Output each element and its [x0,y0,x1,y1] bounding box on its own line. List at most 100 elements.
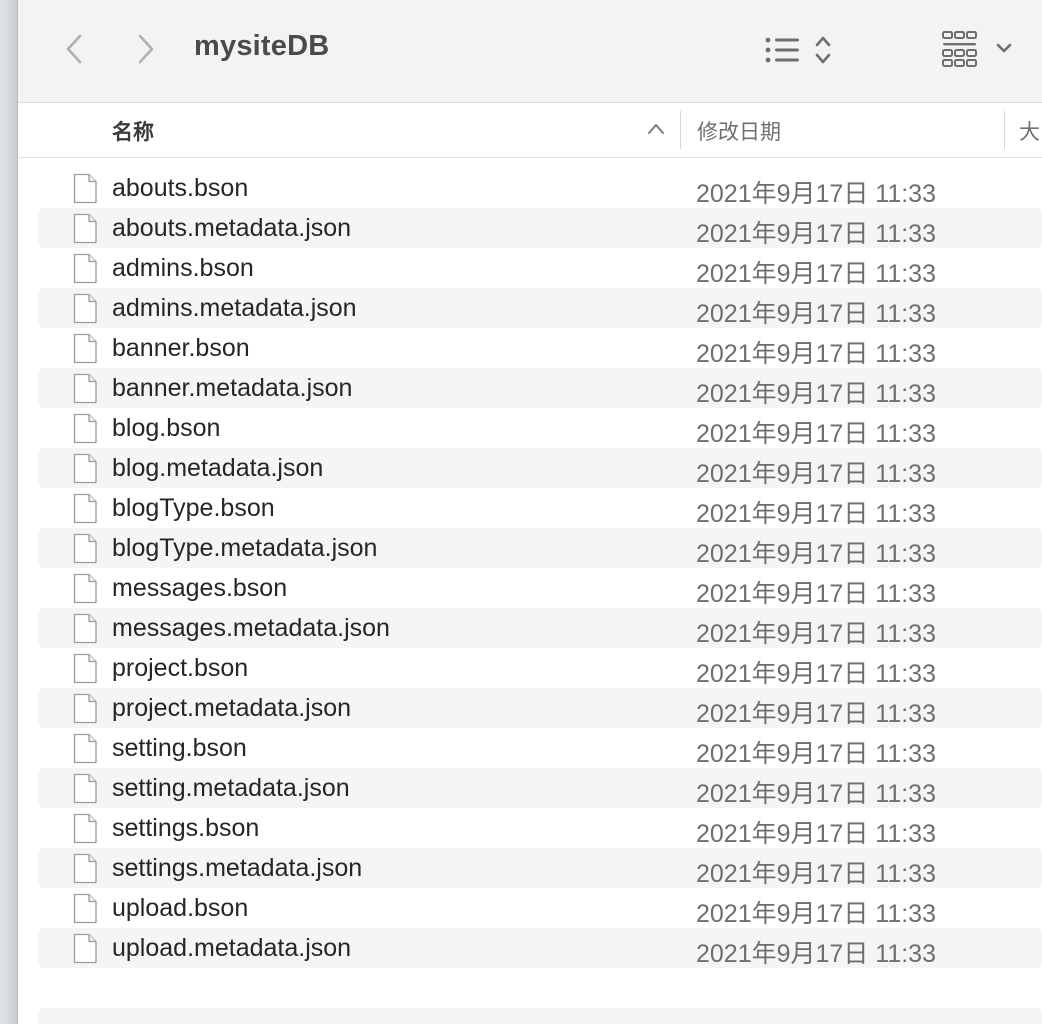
column-separator[interactable] [680,111,681,149]
file-name: abouts.metadata.json [112,214,352,242]
file-row[interactable]: blogType.metadata.json 2021年9月17日 11:33 [38,528,1042,568]
file-modified-date: 2021年9月17日 11:33 [696,180,936,208]
file-modified-date: 2021年9月17日 11:33 [696,260,936,288]
column-separator[interactable] [1004,111,1005,149]
column-name-header[interactable]: 名称 [112,116,154,146]
file-modified-date: 2021年9月17日 11:33 [696,660,936,688]
document-icon [72,613,98,644]
file-row[interactable]: project.metadata.json 2021年9月17日 11:33 [38,688,1042,728]
file-row[interactable]: abouts.metadata.json 2021年9月17日 11:33 [38,208,1042,248]
file-name: project.metadata.json [112,694,352,722]
file-row[interactable]: setting.metadata.json 2021年9月17日 11:33 [38,768,1042,808]
view-mode-button[interactable] [762,30,842,70]
document-icon [72,813,98,844]
document-icon [72,693,98,724]
chevron-right-icon [128,30,162,68]
file-name: upload.metadata.json [112,934,352,962]
file-row[interactable]: setting.bson 2021年9月17日 11:33 [38,728,1042,768]
file-row[interactable]: blogType.bson 2021年9月17日 11:33 [38,488,1042,528]
file-modified-date: 2021年9月17日 11:33 [696,700,936,728]
file-name: setting.bson [112,734,247,762]
document-icon [72,253,98,284]
file-modified-date: 2021年9月17日 11:33 [696,620,936,648]
file-row[interactable]: upload.bson 2021年9月17日 11:33 [38,888,1042,928]
toolbar: mysiteDB [18,0,1042,103]
file-row[interactable]: messages.metadata.json 2021年9月17日 11:33 [38,608,1042,648]
file-name: abouts.bson [112,174,249,202]
file-name: messages.bson [112,574,288,602]
file-name: settings.bson [112,814,260,842]
back-button[interactable] [58,30,92,68]
file-name: admins.bson [112,254,254,282]
file-modified-date: 2021年9月17日 11:33 [696,300,936,328]
file-name: settings.metadata.json [112,854,363,882]
group-button[interactable] [940,28,1020,70]
finder-window: mysiteDB 名称 修改日期 大 abouts.bson 2021年9月17… [18,0,1042,1024]
file-row[interactable]: admins.bson 2021年9月17日 11:33 [38,248,1042,288]
file-name: blog.bson [112,414,221,442]
file-modified-date: 2021年9月17日 11:33 [696,340,936,368]
document-icon [72,653,98,684]
file-name: blogType.metadata.json [112,534,378,562]
file-name: upload.bson [112,894,249,922]
grid-group-icon [940,31,1020,74]
file-modified-date: 2021年9月17日 11:33 [696,460,936,488]
file-row[interactable]: banner.bson 2021年9月17日 11:33 [38,328,1042,368]
file-modified-date: 2021年9月17日 11:33 [696,740,936,768]
document-icon [72,853,98,884]
file-name: blogType.bson [112,494,275,522]
file-modified-date: 2021年9月17日 11:33 [696,500,936,528]
document-icon [72,533,98,564]
file-name: banner.metadata.json [112,374,353,402]
document-icon [72,333,98,364]
file-modified-date: 2021年9月17日 11:33 [696,420,936,448]
file-row[interactable]: project.bson 2021年9月17日 11:33 [38,648,1042,688]
file-modified-date: 2021年9月17日 11:33 [696,820,936,848]
document-icon [72,293,98,324]
file-row[interactable]: settings.bson 2021年9月17日 11:33 [38,808,1042,848]
document-icon [72,173,98,204]
file-row[interactable]: upload.metadata.json 2021年9月17日 11:33 [38,928,1042,968]
column-header: 名称 修改日期 大 [18,103,1042,158]
document-icon [72,493,98,524]
file-row[interactable]: settings.metadata.json 2021年9月17日 11:33 [38,848,1042,888]
document-icon [72,453,98,484]
file-modified-date: 2021年9月17日 11:33 [696,540,936,568]
file-name: setting.metadata.json [112,774,350,802]
document-icon [72,733,98,764]
file-row[interactable]: messages.bson 2021年9月17日 11:33 [38,568,1042,608]
document-icon [72,413,98,444]
file-modified-date: 2021年9月17日 11:33 [696,900,936,928]
forward-button[interactable] [128,30,162,68]
file-modified-date: 2021年9月17日 11:33 [696,380,936,408]
column-date-header[interactable]: 修改日期 [697,116,781,146]
file-row[interactable]: admins.metadata.json 2021年9月17日 11:33 [38,288,1042,328]
document-icon [72,773,98,804]
list-empty-row [38,1008,1042,1024]
file-list: abouts.bson 2021年9月17日 11:33 abouts.metada… [38,168,1042,968]
document-icon [72,213,98,244]
list-view-icon [762,36,842,74]
window-title: mysiteDB [194,30,330,62]
file-modified-date: 2021年9月17日 11:33 [696,780,936,808]
file-row[interactable]: banner.metadata.json 2021年9月17日 11:33 [38,368,1042,408]
file-name: project.bson [112,654,249,682]
column-size-header[interactable]: 大 [1019,116,1040,146]
document-icon [72,893,98,924]
file-modified-date: 2021年9月17日 11:33 [696,860,936,888]
document-icon [72,573,98,604]
chevron-up-icon[interactable] [647,122,665,141]
file-row[interactable]: blog.metadata.json 2021年9月17日 11:33 [38,448,1042,488]
document-icon [72,373,98,404]
file-name: messages.metadata.json [112,614,390,642]
file-row[interactable]: blog.bson 2021年9月17日 11:33 [38,408,1042,448]
chevron-left-icon [58,30,92,68]
desktop-edge [0,0,18,1024]
file-name: banner.bson [112,334,250,362]
file-modified-date: 2021年9月17日 11:33 [696,940,936,968]
file-name: blog.metadata.json [112,454,324,482]
file-modified-date: 2021年9月17日 11:33 [696,220,936,248]
document-icon [72,933,98,964]
file-modified-date: 2021年9月17日 11:33 [696,580,936,608]
file-row[interactable]: abouts.bson 2021年9月17日 11:33 [38,168,1042,208]
